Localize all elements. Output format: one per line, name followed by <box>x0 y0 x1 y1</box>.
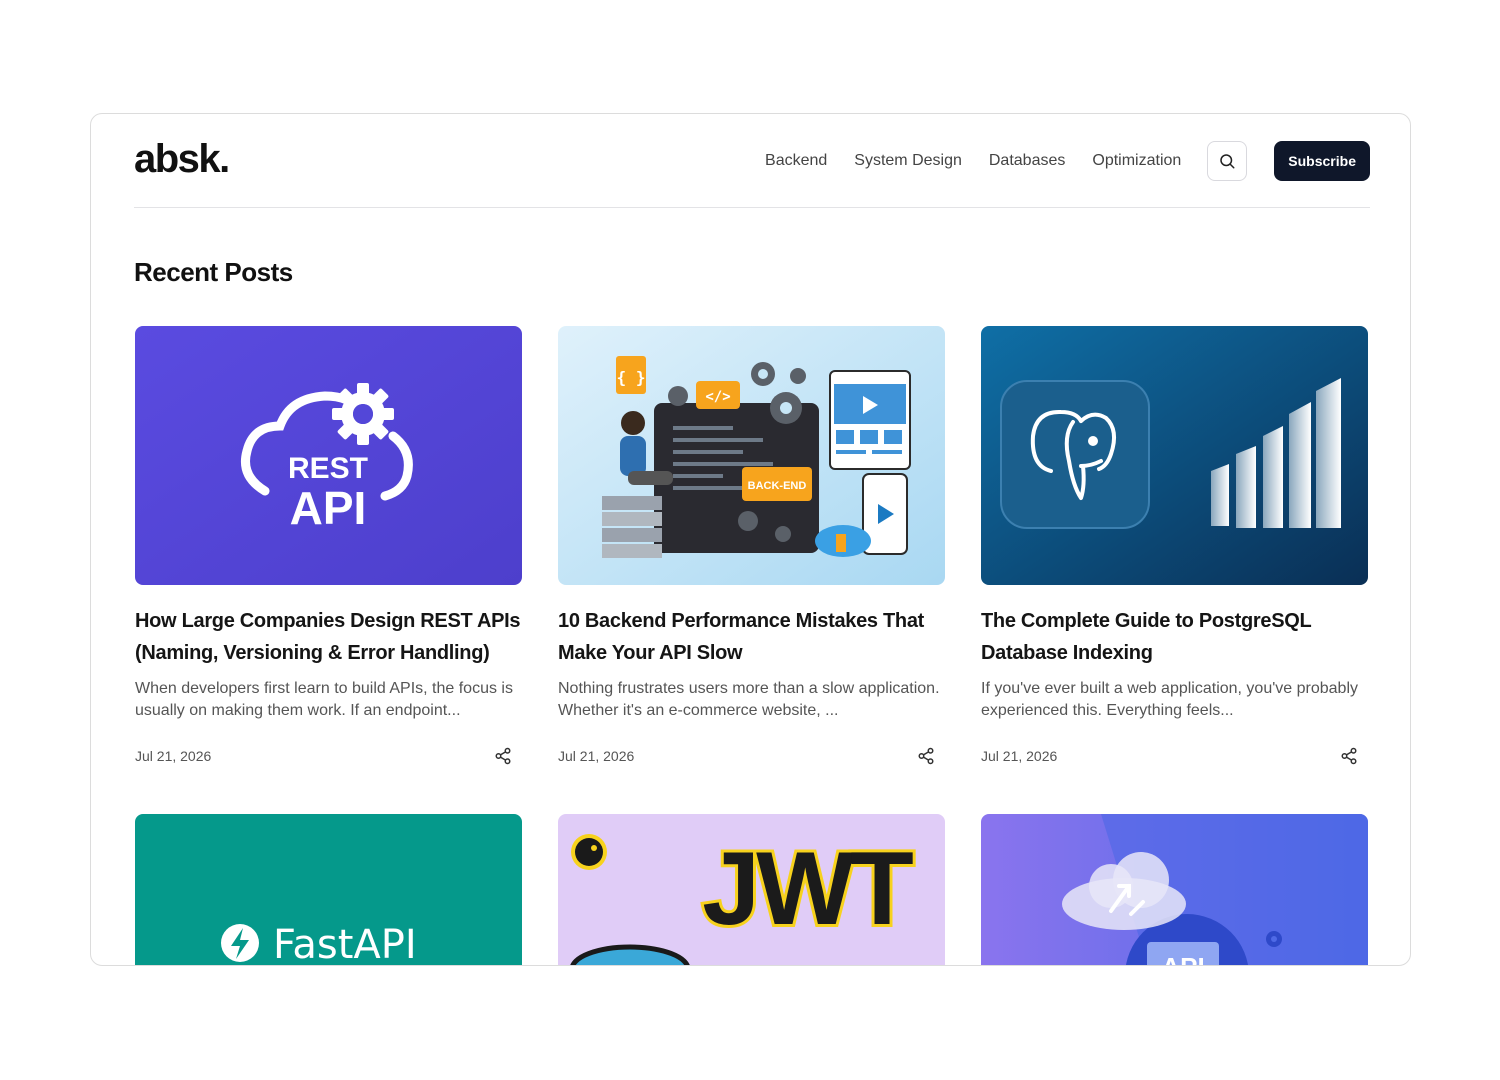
section-title: Recent Posts <box>134 257 293 287</box>
browser-frame: absk. Backend System Design Databases Op… <box>90 113 1411 966</box>
post-excerpt: When developers first learn to build API… <box>135 680 513 719</box>
post-card[interactable]: REST API How Large Companies Design REST… <box>135 326 522 765</box>
nav-link-system-design[interactable]: System Design <box>854 152 962 170</box>
subscribe-button[interactable]: Subscribe <box>1274 140 1370 181</box>
search-icon <box>1220 153 1235 168</box>
post-date: Jul 21, 2026 <box>558 748 635 764</box>
post-thumbnail-fastapi[interactable]: FastAPI <box>135 814 522 966</box>
post-date: Jul 21, 2026 <box>981 748 1058 764</box>
nav-link-optimization[interactable]: Optimization <box>1092 152 1181 170</box>
post-card[interactable]: API <box>981 814 1368 966</box>
share-icon[interactable] <box>917 747 935 765</box>
thumb-text-backend: BACK-END <box>748 480 807 492</box>
post-excerpt: If you've ever built a web application, … <box>981 680 1358 719</box>
thumb-text-fastapi: FastAPI <box>273 922 417 966</box>
thumb-text-rest: REST <box>288 452 368 485</box>
thumb-text-api-2: API <box>1161 952 1204 966</box>
page-container: absk. Backend System Design Databases Op… <box>134 114 1370 965</box>
post-thumbnail-backend[interactable]: { } </> BACK-END <box>558 326 945 585</box>
post-excerpt: Nothing frustrates users more than a slo… <box>558 680 940 719</box>
post-card[interactable]: { } </> BACK-END 10 Backend Performance … <box>558 326 945 765</box>
main-nav: Backend System Design Databases Optimiza… <box>765 140 1370 181</box>
post-title[interactable]: How Large Companies Design REST APIs (Na… <box>135 605 522 669</box>
post-title[interactable]: The Complete Guide to PostgreSQL Databas… <box>981 605 1368 669</box>
site-header: absk. Backend System Design Databases Op… <box>134 114 1370 208</box>
site-logo[interactable]: absk. <box>134 137 230 182</box>
thumb-text-code: </> <box>705 389 730 405</box>
svg-text:{ }: { } <box>617 368 646 387</box>
share-icon[interactable] <box>494 747 512 765</box>
nav-link-backend[interactable]: Backend <box>765 152 827 170</box>
post-thumbnail-postgresql[interactable] <box>981 326 1368 585</box>
post-card[interactable]: FastAPI <box>135 814 522 966</box>
post-card[interactable]: The Complete Guide to PostgreSQL Databas… <box>981 326 1368 765</box>
post-meta: Jul 21, 2026 <box>135 747 522 765</box>
nav-link-databases[interactable]: Databases <box>989 152 1066 170</box>
thumb-text-jwt: JWT <box>702 831 913 947</box>
post-card[interactable]: JWT <box>558 814 945 965</box>
post-thumbnail-api[interactable]: API <box>981 814 1368 966</box>
post-date: Jul 21, 2026 <box>135 748 212 764</box>
post-thumbnail-jwt[interactable]: JWT <box>558 814 945 965</box>
post-title[interactable]: 10 Backend Performance Mistakes That Mak… <box>558 605 945 669</box>
post-meta: Jul 21, 2026 <box>981 747 1368 765</box>
post-thumbnail-rest-api[interactable]: REST API <box>135 326 522 585</box>
search-button[interactable] <box>1207 140 1248 181</box>
thumb-text-api: API <box>290 482 367 534</box>
post-meta: Jul 21, 2026 <box>558 747 945 765</box>
share-icon[interactable] <box>1340 747 1358 765</box>
